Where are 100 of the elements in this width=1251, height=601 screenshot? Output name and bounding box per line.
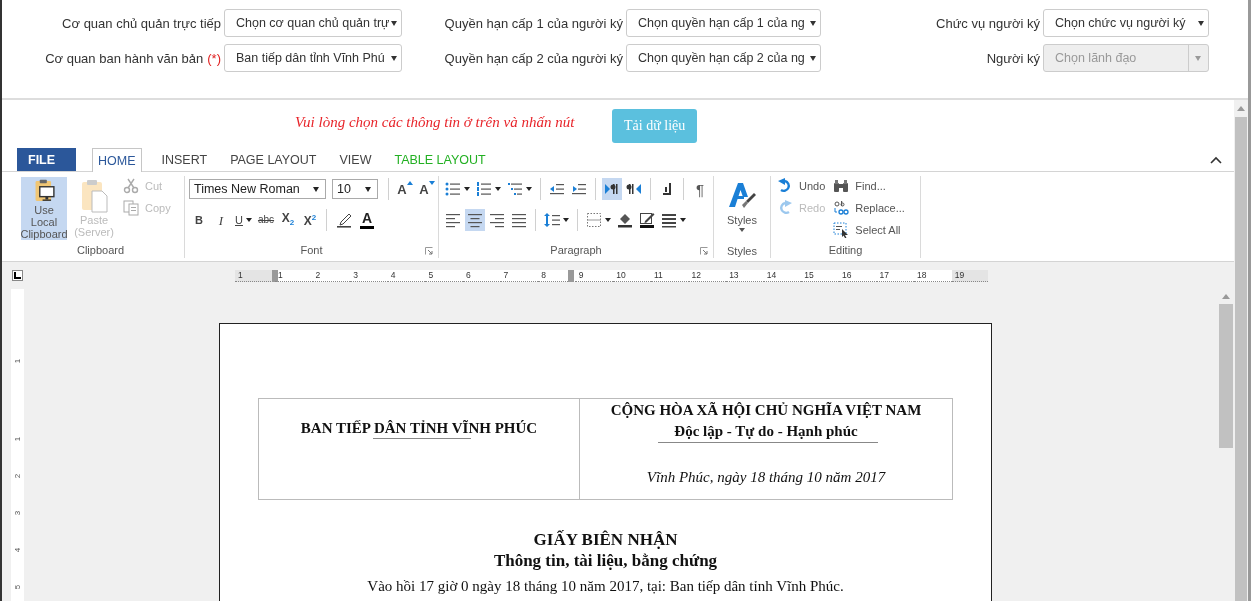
ruler-number: 3 bbox=[352, 269, 358, 280]
dropdown-field[interactable]: Ban tiếp dân tỉnh Vĩnh Phú bbox=[224, 44, 402, 72]
horizontal-ruler[interactable]: 1 1 2 3 4 5 6 7 8 9 10 11 12 13 14 15 16 17 18 19 bbox=[235, 269, 988, 282]
dropdown-field[interactable]: Chọn quyền hạn cấp 2 của ng bbox=[626, 44, 821, 72]
date-line: Vĩnh Phúc, ngày 18 tháng 10 năm 2017 bbox=[646, 469, 886, 486]
scissors-icon bbox=[123, 178, 139, 194]
dropdown-arrow-icon bbox=[391, 20, 397, 26]
ruler-number: 1 bbox=[12, 435, 23, 444]
pilcrow-button[interactable]: ¶ bbox=[690, 178, 710, 200]
dropdown-arrow-icon bbox=[1195, 55, 1201, 61]
scrollbar[interactable] bbox=[1234, 100, 1248, 601]
bold-button[interactable]: B bbox=[189, 209, 209, 231]
increase-icon bbox=[406, 181, 413, 185]
indent-marker-icon[interactable] bbox=[567, 269, 574, 282]
copy-pages-icon bbox=[123, 200, 139, 216]
group-label: Clipboard bbox=[76, 244, 125, 256]
ruler-number: 5 bbox=[12, 583, 23, 592]
ribbon-tab[interactable]: INSERT bbox=[150, 148, 219, 171]
ruler-number: 16 bbox=[840, 269, 852, 280]
group-label: Editing bbox=[828, 244, 863, 256]
dropdown-arrow-icon bbox=[365, 186, 371, 192]
outdent-icon bbox=[549, 181, 565, 197]
align-center-icon bbox=[467, 212, 483, 228]
ribbon-tab[interactable]: HOME bbox=[92, 148, 142, 172]
chevron-up-icon bbox=[1210, 155, 1222, 164]
underline-button[interactable]: U bbox=[233, 209, 254, 231]
ruler-number: 2 bbox=[12, 472, 23, 481]
ruler-number: 9 bbox=[577, 269, 584, 280]
field-label: Người ký bbox=[986, 50, 1040, 66]
scroll-thumb[interactable] bbox=[1219, 304, 1233, 448]
dropdown-field[interactable]: Chọn quyền hạn cấp 1 của ng bbox=[626, 9, 821, 37]
ruler-number: 17 bbox=[878, 269, 889, 280]
find-button[interactable]: Find... bbox=[831, 177, 907, 195]
left-tab-icon bbox=[14, 272, 21, 279]
superscript-button[interactable]: X$^{2}$ bbox=[300, 209, 321, 231]
launcher-icon bbox=[700, 247, 708, 255]
pen-square-icon bbox=[639, 212, 655, 228]
indent-icon bbox=[571, 181, 587, 197]
ruler-number: 2 bbox=[314, 269, 321, 280]
vertical-ruler[interactable]: 1 1 2 3 4 5 bbox=[11, 289, 24, 601]
ruler-number: 12 bbox=[690, 269, 701, 280]
styles-button[interactable]: Styles bbox=[718, 177, 766, 243]
field-label: Quyền hạn cấp 2 của người ký bbox=[444, 50, 623, 66]
font-name-dropdown[interactable]: Times New Roman bbox=[189, 179, 326, 199]
highlighter-icon bbox=[335, 211, 354, 229]
ruler-number: 4 bbox=[389, 269, 396, 280]
use-local-clipboard-button[interactable]: Use Local Clipboard bbox=[21, 177, 67, 240]
dialog-launcher-button[interactable] bbox=[425, 247, 433, 255]
ruler-number: 1 bbox=[237, 269, 243, 280]
undo-button[interactable]: Undo bbox=[775, 177, 828, 195]
ribbon-tab[interactable]: VIEW bbox=[328, 148, 383, 171]
ruler-number: 1 bbox=[12, 357, 23, 366]
binoculars-icon bbox=[833, 178, 850, 194]
dropdown-arrow-icon bbox=[810, 20, 816, 26]
font-color-button[interactable]: A bbox=[357, 209, 378, 231]
ribbon-tab[interactable]: PAGE LAYOUT bbox=[219, 148, 328, 171]
left-to-right-icon bbox=[604, 181, 620, 197]
borders-icon bbox=[586, 212, 602, 228]
lines-icon bbox=[661, 212, 677, 228]
subscript-button[interactable]: X$_{2}$ bbox=[278, 209, 299, 231]
select-all-button[interactable]: Select All bbox=[831, 221, 907, 239]
font-size-dropdown[interactable]: 10 bbox=[332, 179, 378, 199]
indent-marker-icon[interactable] bbox=[272, 269, 278, 282]
strikethrough-button[interactable]: abc bbox=[255, 209, 277, 231]
ruler-number: 1 bbox=[277, 269, 283, 280]
clipboard-page-icon bbox=[79, 179, 109, 213]
left-to-right-button[interactable] bbox=[602, 178, 622, 200]
ribbon-tab[interactable]: FILE bbox=[17, 148, 76, 171]
country-name: CỘNG HÒA XÃ HỘI CHỦ NGHĨA VIỆT NAM bbox=[610, 401, 922, 420]
paint-bucket-icon bbox=[617, 212, 633, 228]
dropdown-field[interactable]: Chọn chức vụ người ký bbox=[1043, 9, 1209, 37]
italic-button[interactable]: I bbox=[211, 209, 231, 231]
ruler-number: 18 bbox=[916, 269, 927, 280]
dropdown-arrow-icon bbox=[1198, 20, 1204, 26]
ruler-number: 4 bbox=[12, 546, 23, 555]
document-subtitle: Thông tin, tài liệu, bằng chứng bbox=[492, 550, 719, 572]
field-label: Cơ quan chủ quản trực tiếp bbox=[62, 15, 221, 31]
dropdown-field[interactable]: Chọn cơ quan chủ quản trự bbox=[224, 9, 402, 37]
launcher-icon bbox=[425, 247, 433, 255]
grow-font-button[interactable]: A bbox=[395, 178, 415, 200]
replace-button[interactable]: Replace... bbox=[831, 199, 907, 217]
shrink-font-button[interactable]: A bbox=[417, 178, 437, 200]
body-text: Vào hồi 17 giờ 0 ngày 18 tháng 10 năm 2017, tại: Ban tiếp dân tỉnh Vĩnh Phúc. bbox=[366, 578, 845, 595]
ruler-number: 7 bbox=[502, 269, 509, 280]
right-to-left-icon bbox=[626, 181, 642, 197]
align-left-icon bbox=[445, 212, 461, 228]
group-label: Styles bbox=[727, 244, 757, 257]
ruler-number: 15 bbox=[803, 269, 814, 280]
ruler-number: 10 bbox=[615, 269, 626, 280]
scroll-thumb[interactable] bbox=[1235, 117, 1247, 601]
ruler-number: 8 bbox=[540, 269, 546, 280]
field-label: Quyền hạn cấp 1 của người ký bbox=[444, 15, 623, 31]
ruler-number: 5 bbox=[427, 269, 434, 280]
align-center-button[interactable] bbox=[465, 209, 485, 231]
dropdown-arrow-icon bbox=[313, 186, 319, 192]
tab-stop-selector[interactable] bbox=[12, 270, 23, 281]
dialog-launcher-button[interactable] bbox=[700, 247, 708, 255]
numbered-list-icon bbox=[476, 181, 492, 197]
dropdown-arrow-icon bbox=[810, 55, 816, 61]
line-spacing-icon bbox=[544, 212, 560, 228]
